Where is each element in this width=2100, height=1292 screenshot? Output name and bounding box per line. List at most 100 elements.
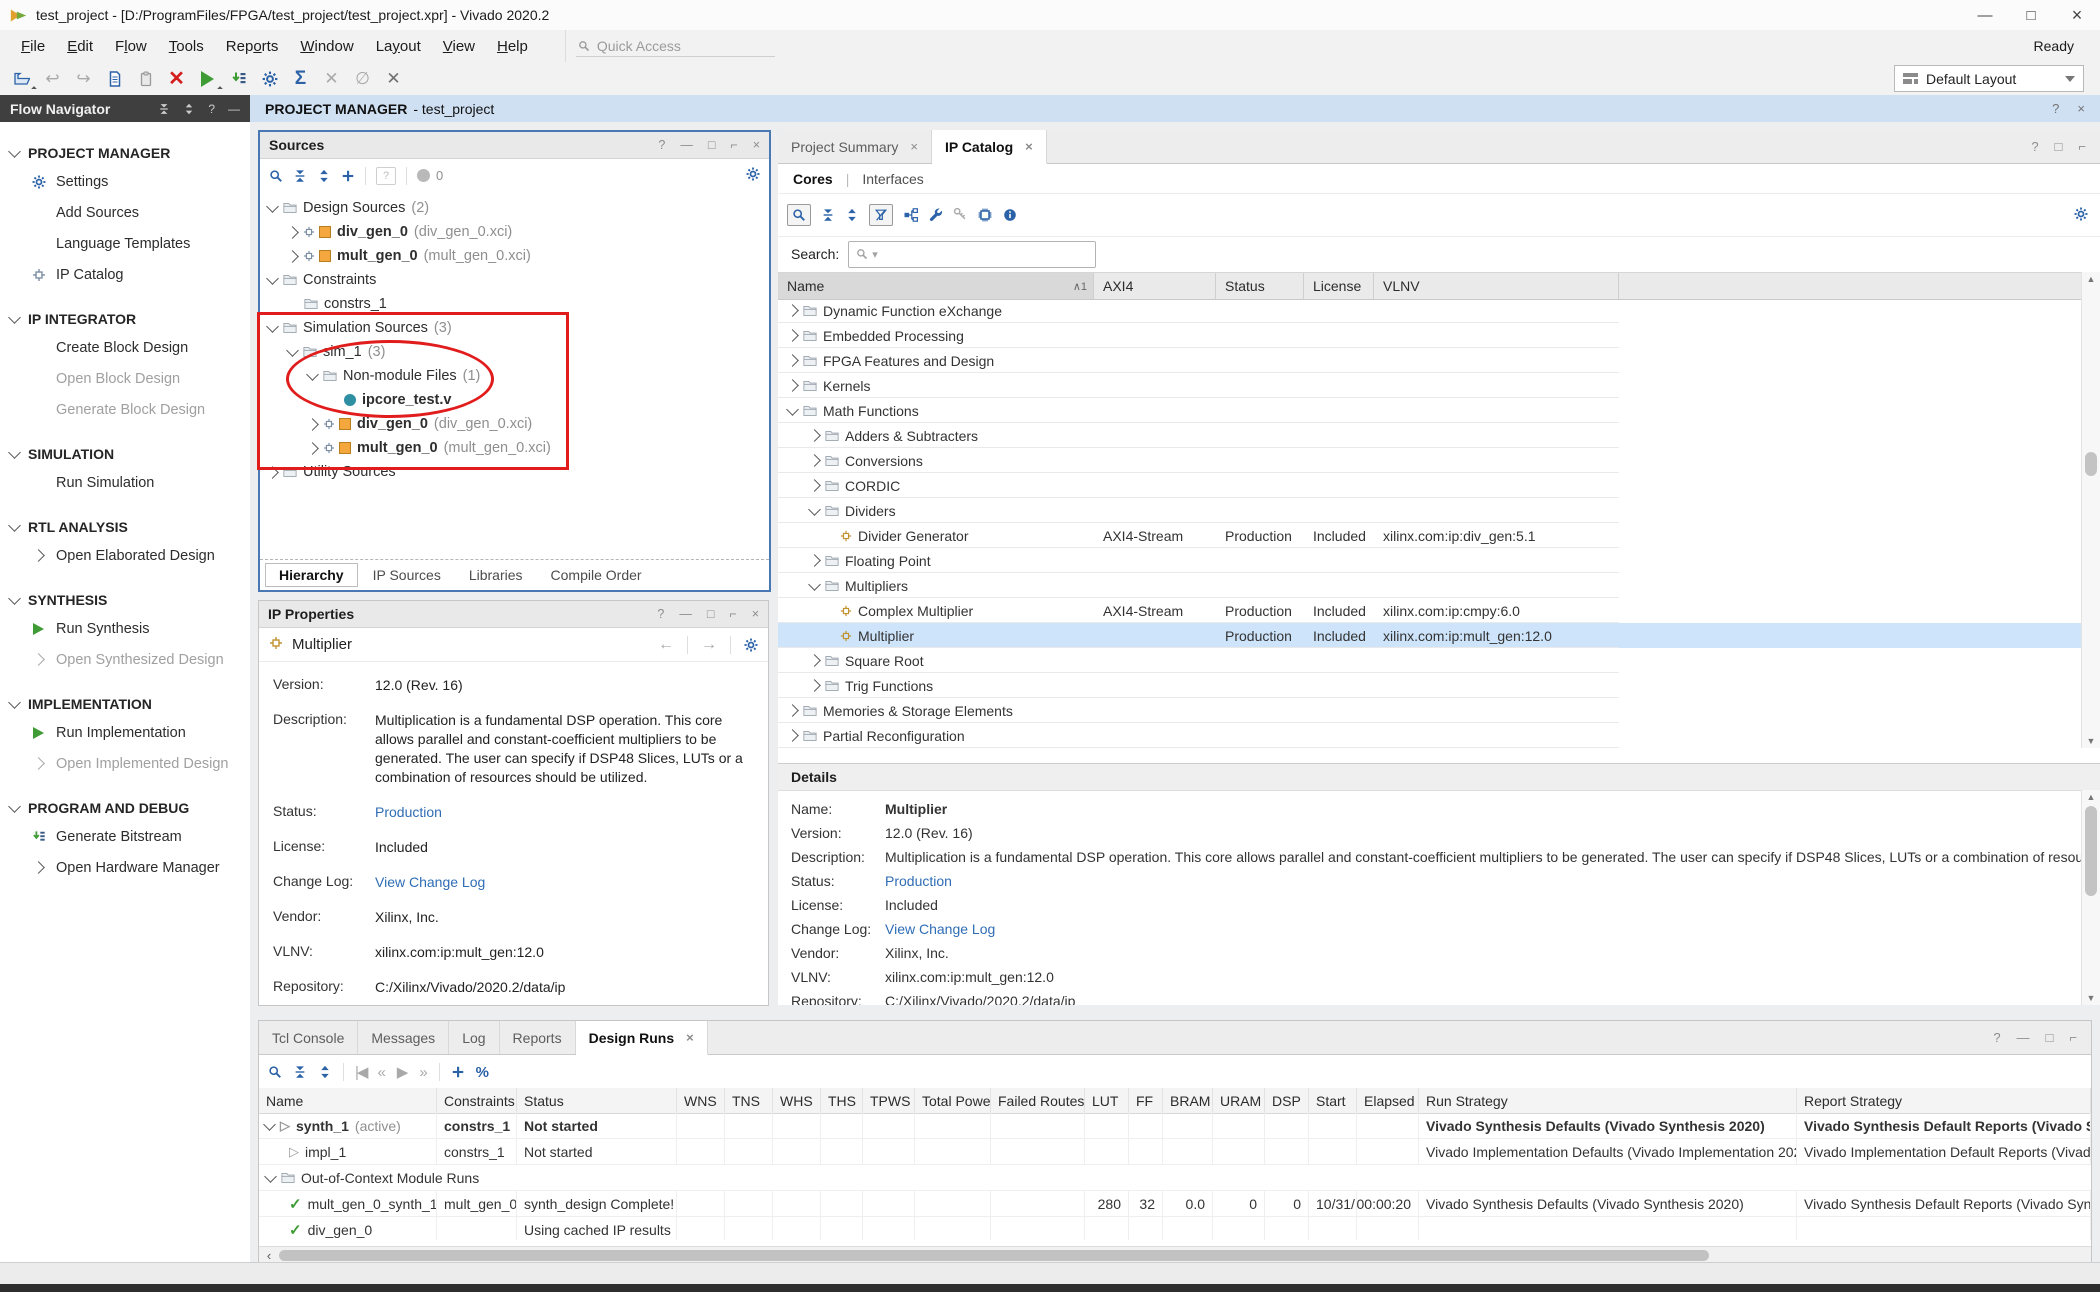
chevron-down-icon[interactable] — [8, 311, 21, 324]
help-icon[interactable]: ? — [658, 138, 665, 152]
sidebar-item-settings[interactable]: Settings — [0, 166, 250, 197]
step-forward-icon[interactable]: » — [419, 1064, 427, 1081]
no-edit-button[interactable]: ∅ — [347, 65, 378, 92]
flow-section-header-rtl-analysis[interactable]: RTL ANALYSIS — [0, 513, 250, 540]
runs-row-impl_1[interactable]: ▷impl_1constrs_1Not startedVivado Implem… — [259, 1139, 2091, 1165]
flow-section-header-ip-integrator[interactable]: IP INTEGRATOR — [0, 305, 250, 332]
minimize-panel-icon[interactable]: — — [2017, 1030, 2030, 1045]
runs-column-ff[interactable]: FF — [1129, 1088, 1163, 1113]
runs-column-run-strategy[interactable]: Run Strategy — [1419, 1088, 1797, 1113]
minimize-button[interactable]: — — [1962, 0, 2008, 30]
open-project-button[interactable] — [6, 65, 37, 92]
generate-bitstream-button[interactable] — [223, 65, 254, 92]
catalog-row-dividers[interactable]: Dividers — [778, 498, 2082, 523]
float-panel-icon[interactable]: ⌐ — [730, 138, 737, 152]
undo-button[interactable]: ↩ — [37, 65, 68, 92]
chevron-down-icon[interactable] — [8, 519, 21, 532]
run-icon[interactable]: ▶ — [397, 1063, 409, 1081]
tab-messages[interactable]: Messages — [358, 1021, 449, 1054]
tab-close-icon[interactable]: × — [1025, 139, 1033, 154]
help-icon[interactable]: ? — [2052, 101, 2059, 116]
scroll-to-icon[interactable]: ? — [376, 167, 396, 185]
tab-libraries[interactable]: Libraries — [456, 564, 536, 586]
runs-column-bram[interactable]: BRAM — [1163, 1088, 1213, 1113]
runs-column-whs[interactable]: WHS — [773, 1088, 821, 1113]
sidebar-item-open-implemented-design[interactable]: Open Implemented Design — [0, 748, 250, 779]
chevron-down-icon[interactable] — [786, 403, 799, 416]
runs-column-tns[interactable]: TNS — [725, 1088, 773, 1113]
column-header-vlnv[interactable]: VLNV — [1374, 273, 1619, 299]
column-header-license[interactable]: License — [1304, 273, 1374, 299]
sidebar-item-open-block-design[interactable]: Open Block Design — [0, 363, 250, 394]
catalog-row-multiplier[interactable]: MultiplierProductionIncludedxilinx.com:i… — [778, 623, 2082, 648]
chevron-right-icon[interactable] — [32, 861, 45, 874]
collapse-all-icon[interactable] — [821, 208, 835, 222]
catalog-row-square-root[interactable]: Square Root — [778, 648, 2082, 673]
scroll-up-icon[interactable]: ▲ — [2082, 272, 2100, 286]
minimize-panel-icon[interactable]: — — [679, 607, 692, 621]
tab-close-icon[interactable]: × — [910, 139, 918, 154]
menu-reports[interactable]: Reports — [215, 34, 290, 59]
runs-column-total-power[interactable]: Total Power — [915, 1088, 991, 1113]
sum-report-button[interactable]: Σ — [285, 65, 316, 92]
runs-row-mult_gen_0_synth_1[interactable]: ✓mult_gen_0_synth_1mult_gen_0synth_desig… — [259, 1191, 2091, 1217]
sidebar-item-run-simulation[interactable]: Run Simulation — [0, 467, 250, 498]
tab-reports[interactable]: Reports — [500, 1021, 576, 1054]
chevron-right-icon[interactable] — [32, 653, 45, 666]
menu-flow[interactable]: Flow — [104, 34, 158, 59]
chevron-down-icon[interactable] — [808, 503, 821, 516]
tree-item-constraints[interactable]: Constraints — [260, 268, 769, 292]
catalog-row-divider-generator[interactable]: Divider GeneratorAXI4-StreamProductionIn… — [778, 523, 2082, 548]
flow-section-header-implementation[interactable]: IMPLEMENTATION — [0, 690, 250, 717]
wrench-icon[interactable] — [929, 208, 943, 222]
catalog-row-complex-multiplier[interactable]: Complex MultiplierAXI4-StreamProductionI… — [778, 598, 2082, 623]
filter-button[interactable] — [869, 204, 893, 226]
menu-edit[interactable]: Edit — [56, 34, 104, 59]
report-button[interactable] — [99, 65, 130, 92]
group-by-icon[interactable] — [903, 207, 919, 223]
chevron-right-icon[interactable] — [32, 549, 45, 562]
help-icon[interactable]: ? — [657, 607, 664, 621]
scrollbar-thumb[interactable] — [2085, 806, 2097, 896]
tree-item-design-sources[interactable]: Design Sources (2) — [260, 196, 769, 220]
chevron-down-icon[interactable] — [8, 592, 21, 605]
close-panel-icon[interactable]: × — [753, 138, 760, 152]
scrollbar-thumb[interactable] — [279, 1250, 1709, 1261]
runs-column-wns[interactable]: WNS — [677, 1088, 725, 1113]
tab-ip-catalog[interactable]: IP Catalog× — [932, 130, 1047, 164]
maximize-panel-icon[interactable]: □ — [2046, 1030, 2054, 1045]
sidebar-item-open-elaborated-design[interactable]: Open Elaborated Design — [0, 540, 250, 571]
chevron-down-icon[interactable] — [266, 200, 279, 213]
chevron-right-icon[interactable] — [808, 679, 821, 692]
flow-section-header-project-manager[interactable]: PROJECT MANAGER — [0, 139, 250, 166]
back-arrow-icon[interactable]: ← — [658, 636, 674, 654]
percent-icon[interactable]: % — [476, 1064, 489, 1081]
runs-column-elapsed[interactable]: Elapsed — [1357, 1088, 1419, 1113]
sidebar-item-open-hardware-manager[interactable]: Open Hardware Manager — [0, 852, 250, 883]
close-icon[interactable]: × — [2077, 101, 2085, 116]
catalog-row-trig-functions[interactable]: Trig Functions — [778, 673, 2082, 698]
key-icon[interactable] — [953, 207, 967, 221]
maximize-button[interactable]: □ — [2008, 0, 2054, 30]
menu-file[interactable]: File — [10, 34, 56, 59]
catalog-row-cordic[interactable]: CORDIC — [778, 473, 2082, 498]
help-icon[interactable]: ? — [2031, 139, 2038, 154]
sidebar-item-language-templates[interactable]: Language Templates — [0, 228, 250, 259]
help-icon[interactable]: ? — [1993, 1030, 2000, 1045]
runs-column-name[interactable]: Name — [259, 1088, 437, 1113]
scroll-down-icon[interactable]: ▼ — [2082, 991, 2100, 1005]
runs-column-report-strategy[interactable]: Report Strategy — [1797, 1088, 2091, 1113]
tab-log[interactable]: Log — [449, 1021, 499, 1054]
expand-all-icon[interactable] — [845, 208, 859, 222]
tab-compile-order[interactable]: Compile Order — [538, 564, 655, 586]
catalog-row-adders-subtracters[interactable]: Adders & Subtracters — [778, 423, 2082, 448]
flow-section-header-synthesis[interactable]: SYNTHESIS — [0, 586, 250, 613]
property-value[interactable]: View Change Log — [375, 873, 749, 892]
runs-column-uram[interactable]: URAM — [1213, 1088, 1265, 1113]
copy-button[interactable] — [130, 65, 161, 92]
scrollbar-thumb[interactable] — [2085, 452, 2097, 476]
sidebar-item-run-synthesis[interactable]: Run Synthesis — [0, 613, 250, 644]
runs-row-div_gen_0[interactable]: ✓div_gen_0Using cached IP results — [259, 1217, 2091, 1240]
tree-item-mult-gen-0[interactable]: mult_gen_0 (mult_gen_0.xci) — [260, 244, 769, 268]
sidebar-item-generate-bitstream[interactable]: Generate Bitstream — [0, 821, 250, 852]
